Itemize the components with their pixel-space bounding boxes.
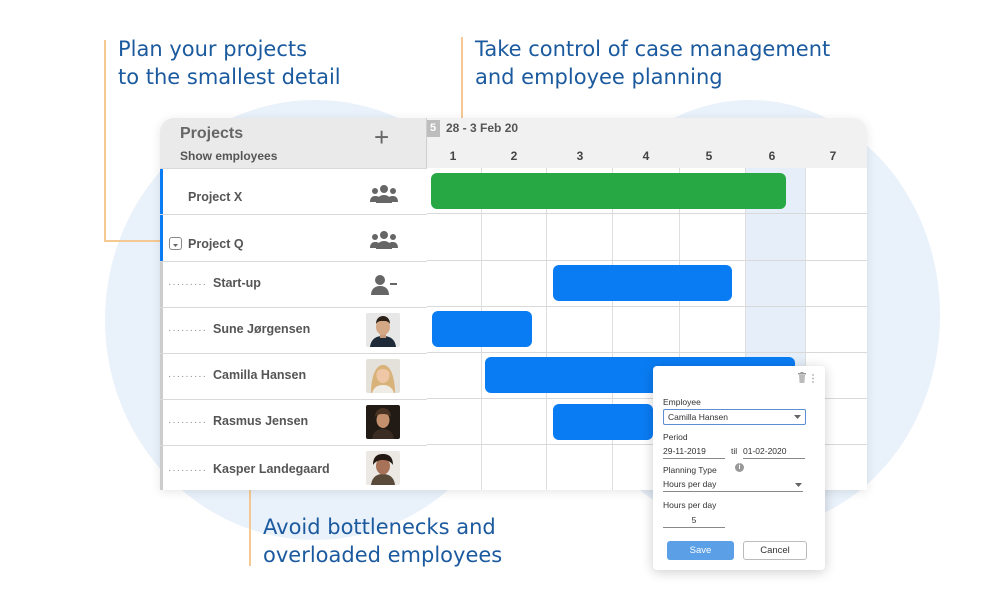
row-selection-marker: [160, 169, 163, 214]
grid-line: [427, 213, 867, 214]
planning-type-label: Planning Type: [663, 465, 717, 475]
row-start-up[interactable]: ········· Start-up: [160, 261, 427, 307]
project-x-bar[interactable]: [431, 173, 786, 209]
period-til-label: til: [731, 446, 738, 456]
employee-select-value: Camilla Hansen: [668, 412, 728, 422]
trash-icon[interactable]: [797, 372, 807, 385]
row-marker: [160, 400, 163, 445]
day-header-5: 5: [705, 149, 713, 163]
sidebar-header: Projects Show employees +: [160, 118, 427, 168]
row-label-text: Rasmus Jensen: [212, 414, 309, 428]
row-employee-kasper[interactable]: ········· Kasper Landegaard: [160, 445, 427, 490]
grid-line: [546, 168, 547, 490]
row-label: ········· Start-up: [168, 276, 261, 290]
row-label-text: Start-up: [212, 276, 261, 290]
row-selection-marker: [160, 215, 163, 261]
row-marker: [160, 262, 163, 307]
grid-line: [612, 168, 613, 490]
row-label: ········· Camilla Hansen: [168, 368, 307, 382]
callout-plan: Plan your projects to the smallest detai…: [118, 35, 341, 91]
row-marker: [160, 446, 163, 490]
employee-select[interactable]: Camilla Hansen: [663, 409, 806, 425]
callout-control: Take control of case management and empl…: [475, 35, 830, 91]
day-header-1: 1: [449, 149, 457, 163]
callout-control-line-1: Take control of case management: [475, 37, 831, 61]
hours-per-day-label: Hours per day: [663, 500, 717, 510]
row-employee-sune[interactable]: ········· Sune Jørgensen: [160, 307, 427, 353]
sidebar-title: Projects: [180, 125, 244, 142]
row-label-text: Kasper Landegaard: [212, 462, 330, 476]
grid-line: [427, 352, 867, 353]
period-to-field[interactable]: 01-02-2020: [743, 445, 805, 459]
callout-line-bottom: [249, 490, 251, 566]
start-up-bar[interactable]: [553, 265, 732, 301]
employee-label: Employee: [663, 397, 701, 407]
row-label: Project Q: [188, 237, 244, 251]
callout-connector-left: [104, 240, 162, 242]
drag-handle-icon[interactable]: [811, 374, 815, 385]
planning-type-select[interactable]: Hours per day: [663, 478, 803, 492]
hours-per-day-field[interactable]: 5: [663, 514, 725, 528]
row-label: ········· Sune Jørgensen: [168, 322, 311, 336]
row-employee-camilla[interactable]: ········· Camilla Hansen: [160, 353, 427, 399]
day-header-3: 3: [576, 149, 584, 163]
row-label-text: Sune Jørgensen: [212, 322, 311, 336]
week-range: 28 - 3 Feb 20: [446, 121, 519, 135]
planning-type-value: Hours per day: [663, 479, 717, 489]
grid-line: [427, 306, 867, 307]
day-header-6: 6: [768, 149, 776, 163]
add-project-button[interactable]: +: [374, 122, 389, 152]
avatar: [366, 405, 400, 439]
callout-control-line-2: and employee planning: [475, 65, 723, 89]
grid-line: [427, 260, 867, 261]
chevron-down-icon: [794, 415, 801, 419]
chevron-down-icon: [795, 483, 802, 487]
assignment-edit-popup: Employee Camilla Hansen Period 29-11-201…: [653, 366, 825, 570]
chevron-down-icon[interactable]: [169, 237, 182, 250]
plus-icon: +: [374, 122, 390, 152]
show-employees-toggle[interactable]: Show employees: [180, 149, 277, 163]
row-label: Project X: [188, 190, 243, 204]
callout-plan-line-1: Plan your projects: [118, 37, 308, 61]
callout-line-left: [104, 40, 106, 242]
row-employee-rasmus[interactable]: ········· Rasmus Jensen: [160, 399, 427, 445]
cancel-button[interactable]: Cancel: [743, 541, 807, 560]
avatar: [366, 451, 400, 485]
row-project-x[interactable]: Project X: [160, 168, 427, 214]
remove-user-icon[interactable]: [370, 274, 398, 296]
row-project-q[interactable]: Project Q: [160, 214, 427, 261]
row-label: ········· Kasper Landegaard: [168, 462, 330, 476]
period-from-field[interactable]: 29-11-2019: [663, 445, 725, 459]
callout-bottlenecks: Avoid bottlenecks and overloaded employe…: [263, 513, 502, 569]
row-marker: [160, 354, 163, 399]
day-header-4: 4: [642, 149, 650, 163]
row-label-text: Camilla Hansen: [212, 368, 307, 382]
group-icon[interactable]: [370, 184, 398, 206]
sune-jorgensen-bar[interactable]: [432, 311, 532, 347]
save-button[interactable]: Save: [667, 541, 734, 560]
callout-plan-line-2: to the smallest detail: [118, 65, 341, 89]
callout-bottlenecks-line-1: Avoid bottlenecks and: [263, 515, 496, 539]
callout-bottlenecks-line-2: overloaded employees: [263, 543, 503, 567]
period-label: Period: [663, 432, 688, 442]
row-label: ········· Rasmus Jensen: [168, 414, 309, 428]
callout-line-right: [461, 37, 463, 119]
day-header-2: 2: [510, 149, 518, 163]
info-icon[interactable]: i: [735, 463, 744, 472]
day-header-7: 7: [829, 149, 837, 163]
rasmus-jensen-bar[interactable]: [553, 404, 653, 440]
avatar: [366, 359, 400, 393]
week-number-badge: 5: [426, 120, 440, 137]
row-marker: [160, 308, 163, 353]
group-icon[interactable]: [370, 230, 398, 252]
avatar: [366, 313, 400, 347]
